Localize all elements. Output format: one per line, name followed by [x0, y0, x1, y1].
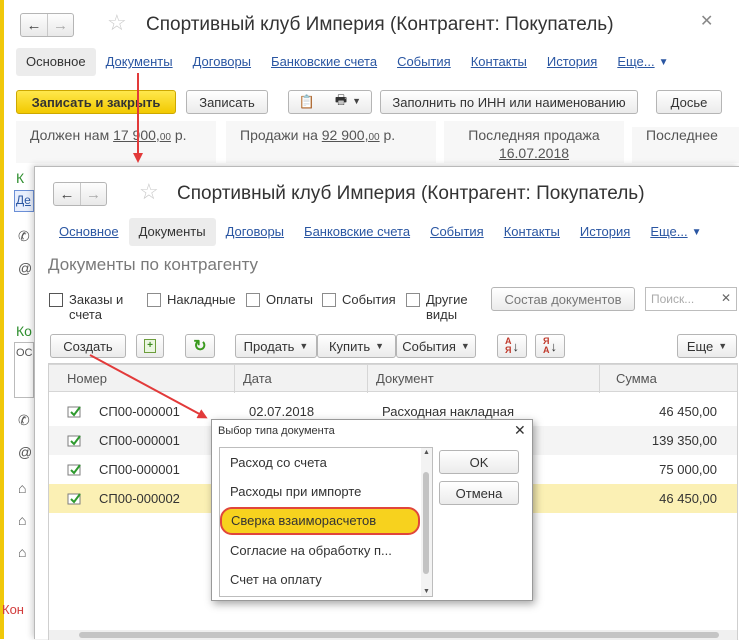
arrow-to-dialog [89, 354, 208, 419]
annotation-arrows [89, 73, 208, 419]
